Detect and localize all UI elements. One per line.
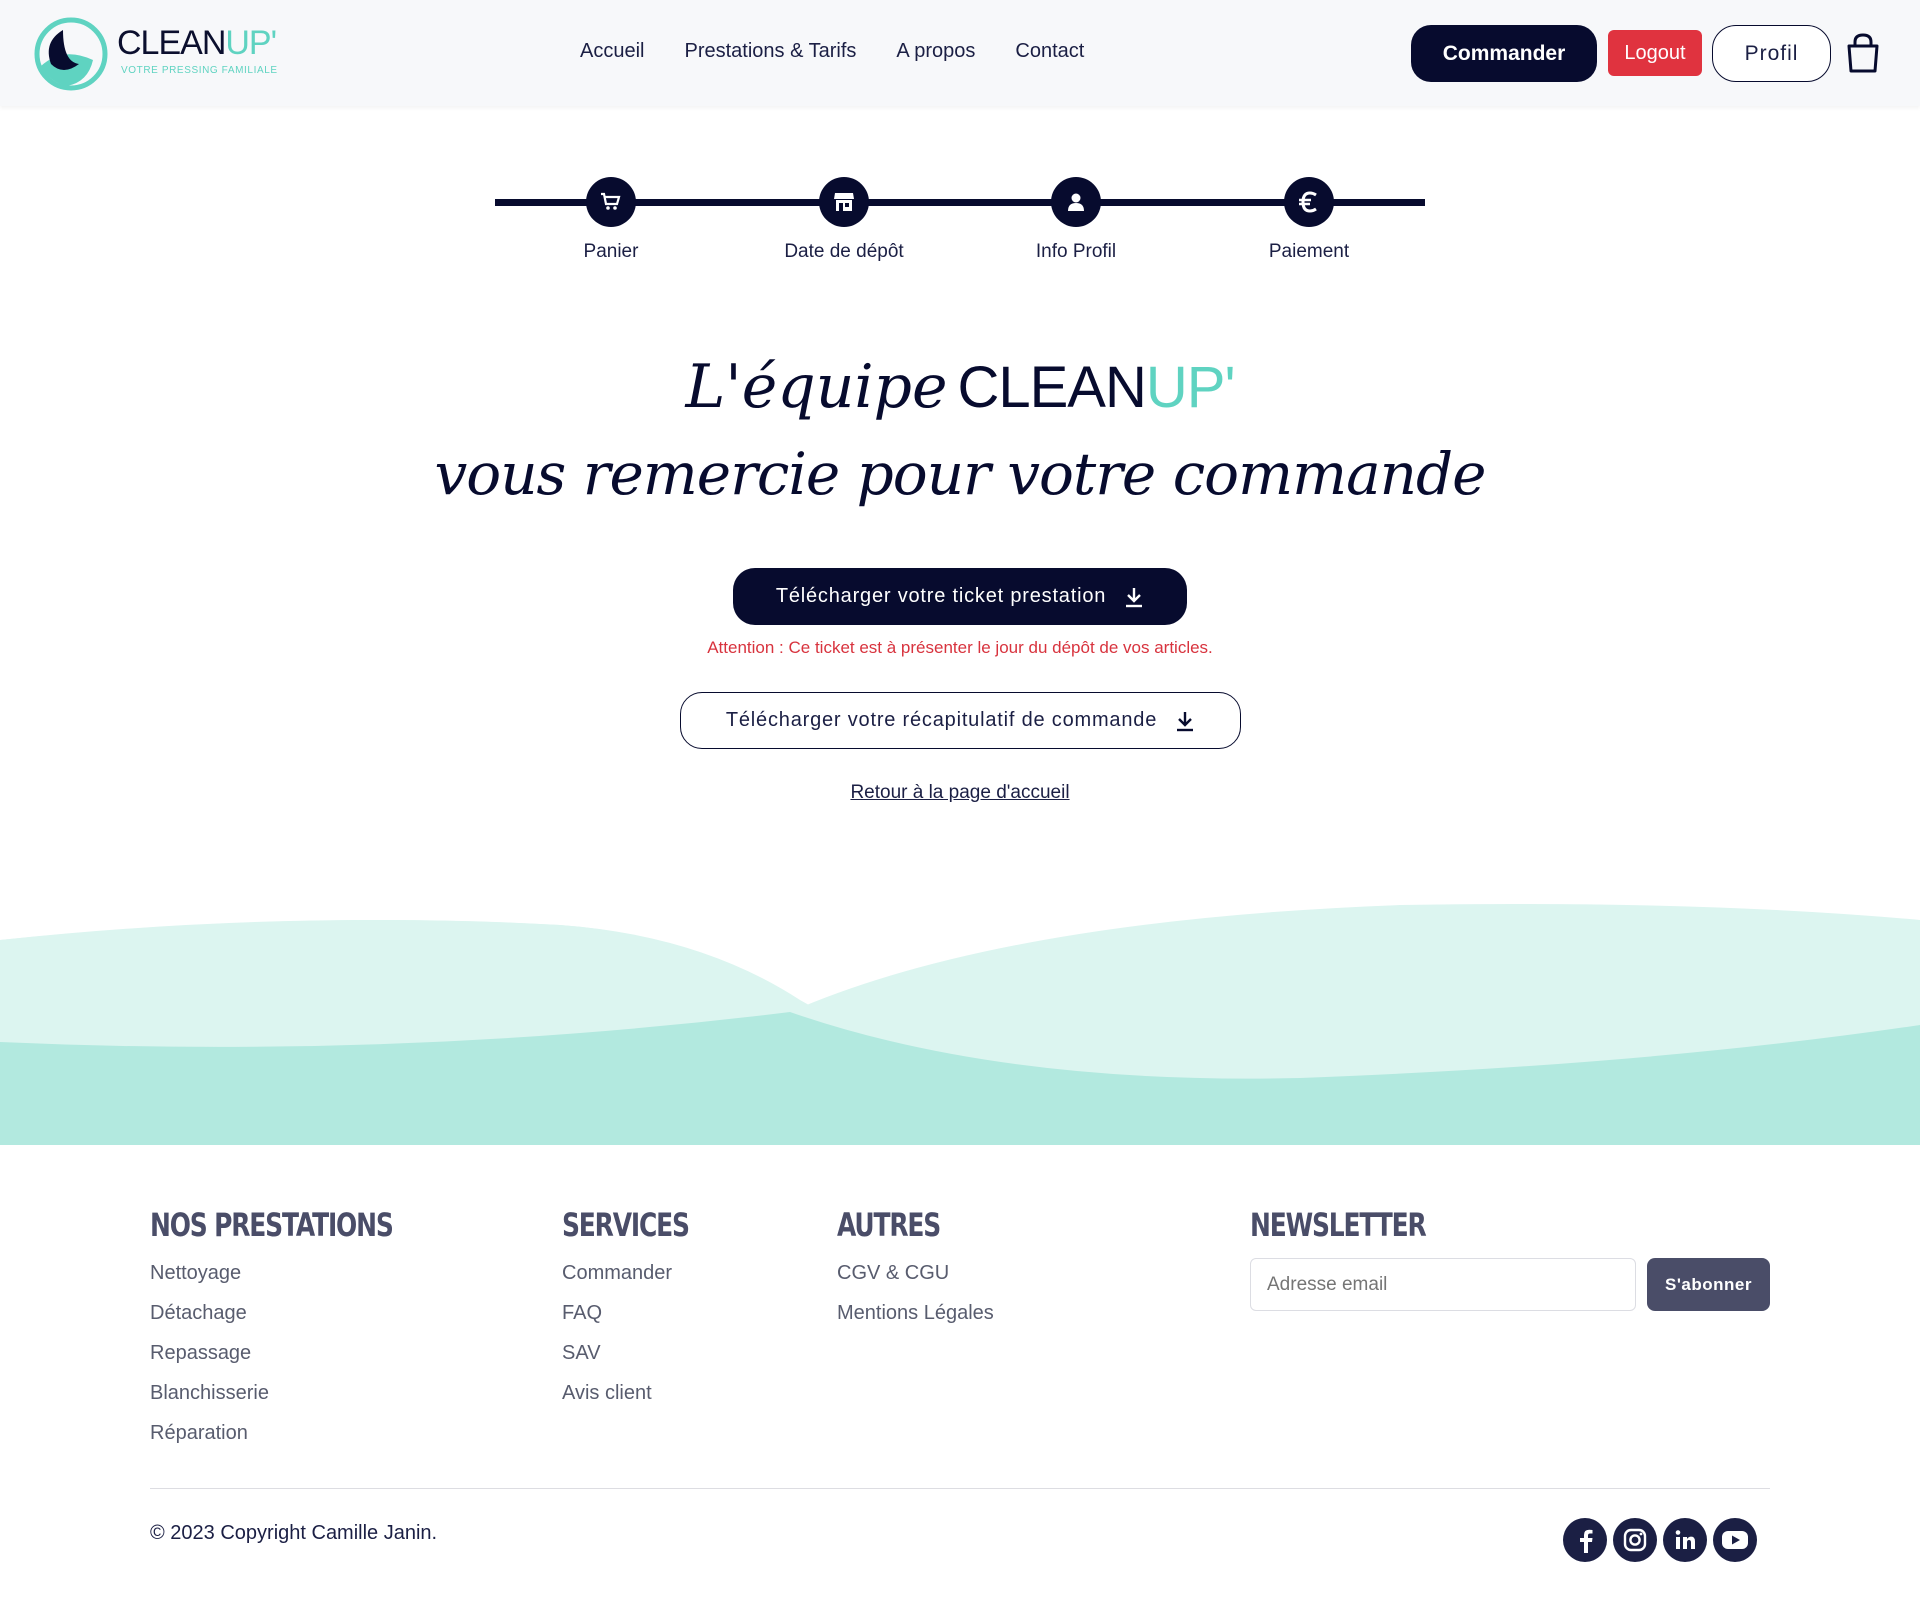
step-date-depot: Date de dépôt: [744, 177, 944, 263]
footer-link-reparation[interactable]: Réparation: [150, 1413, 461, 1453]
instagram-icon[interactable]: [1613, 1518, 1657, 1562]
main-nav: Accueil Prestations & Tarifs A propos Co…: [580, 40, 1084, 63]
footer-link-sav[interactable]: SAV: [562, 1333, 725, 1373]
footer-link-avis-client[interactable]: Avis client: [562, 1373, 725, 1413]
footer-link-repassage[interactable]: Repassage: [150, 1333, 461, 1373]
decorative-waves: [0, 904, 1920, 1145]
footer-link-mentions-legales[interactable]: Mentions Légales: [837, 1293, 994, 1333]
step-label: Info Profil: [1035, 241, 1117, 262]
user-icon: [1068, 193, 1084, 211]
facebook-icon[interactable]: [1563, 1518, 1607, 1562]
social-links: [1563, 1518, 1757, 1562]
download-icon: [1126, 587, 1143, 607]
footer-link-detachage[interactable]: Détachage: [150, 1293, 461, 1333]
footer-newsletter: NEWSLETTER: [1250, 1205, 1475, 1245]
download-ticket-label: Télécharger votre ticket prestation: [775, 585, 1107, 607]
download-icon: [1177, 711, 1194, 731]
euro-icon: [1299, 191, 1317, 213]
download-recap-button[interactable]: Télécharger votre récapitulatif de comma…: [680, 692, 1241, 749]
footer-link-commander[interactable]: Commander: [562, 1253, 725, 1293]
step-paiement: Paiement: [1209, 177, 1409, 263]
logo-text: CLEANUP': [117, 24, 277, 62]
linkedin-icon[interactable]: [1663, 1518, 1707, 1562]
logout-button[interactable]: Logout: [1608, 30, 1702, 76]
cart-icon: [601, 192, 621, 210]
shopping-bag-icon[interactable]: [1845, 32, 1881, 74]
footer-link-faq[interactable]: FAQ: [562, 1293, 725, 1333]
store-icon: [834, 193, 854, 211]
thanks-heading-line1: L'équipe CLEANUP': [0, 352, 1920, 422]
download-recap-label: Télécharger votre récapitulatif de comma…: [725, 709, 1158, 731]
profil-button[interactable]: Profil: [1712, 25, 1831, 82]
nav-contact[interactable]: Contact: [1015, 40, 1084, 63]
footer-autres: AUTRES CGV & CGU Mentions Légales: [837, 1205, 994, 1333]
thanks-script-text: L'équipe: [685, 352, 948, 422]
site-header: CLEANUP' VOTRE PRESSING FAMILIALE Accuei…: [0, 0, 1920, 106]
footer-title: NEWSLETTER: [1250, 1206, 1427, 1244]
newsletter-email-input[interactable]: [1250, 1258, 1636, 1311]
thanks-heading-line2: vous remercie pour votre commande: [434, 440, 1487, 508]
footer-divider: [150, 1488, 1770, 1489]
step-label: Panier: [583, 241, 639, 262]
ticket-warning: Attention : Ce ticket est à présenter le…: [707, 638, 1213, 657]
order-stepper: Panier Date de dépôt Info Profil Paiemen…: [495, 165, 1425, 265]
thanks-brand: CLEANUP': [957, 355, 1235, 420]
download-ticket-button[interactable]: Télécharger votre ticket prestation: [733, 568, 1187, 625]
footer-prestations: NOS PRESTATIONS Nettoyage Détachage Repa…: [150, 1205, 461, 1453]
commander-button[interactable]: Commander: [1411, 25, 1597, 82]
footer-services: SERVICES Commander FAQ SAV Avis client: [562, 1205, 725, 1413]
footer-link-cgv[interactable]: CGV & CGU: [837, 1253, 994, 1293]
logo-mark-icon: [34, 17, 108, 91]
step-label: Date de dépôt: [784, 241, 904, 262]
step-label: Paiement: [1268, 241, 1350, 262]
footer-title: NOS PRESTATIONS: [150, 1206, 394, 1244]
subscribe-button[interactable]: S'abonner: [1647, 1258, 1770, 1311]
logo-tagline: VOTRE PRESSING FAMILIALE: [121, 65, 278, 76]
step-info-profil: Info Profil: [976, 177, 1176, 263]
footer-title: SERVICES: [562, 1206, 690, 1244]
nav-a-propos[interactable]: A propos: [896, 40, 975, 63]
logo[interactable]: CLEANUP' VOTRE PRESSING FAMILIALE: [33, 16, 293, 92]
nav-prestations-tarifs[interactable]: Prestations & Tarifs: [684, 40, 856, 63]
footer-link-blanchisserie[interactable]: Blanchisserie: [150, 1373, 461, 1413]
footer-link-nettoyage[interactable]: Nettoyage: [150, 1253, 461, 1293]
footer-title: AUTRES: [837, 1206, 941, 1244]
nav-accueil[interactable]: Accueil: [580, 40, 644, 63]
youtube-icon[interactable]: [1713, 1518, 1757, 1562]
back-home-link[interactable]: Retour à la page d'accueil: [0, 782, 1920, 804]
copyright: © 2023 Copyright Camille Janin.: [150, 1522, 438, 1544]
step-panier: Panier: [511, 177, 711, 263]
